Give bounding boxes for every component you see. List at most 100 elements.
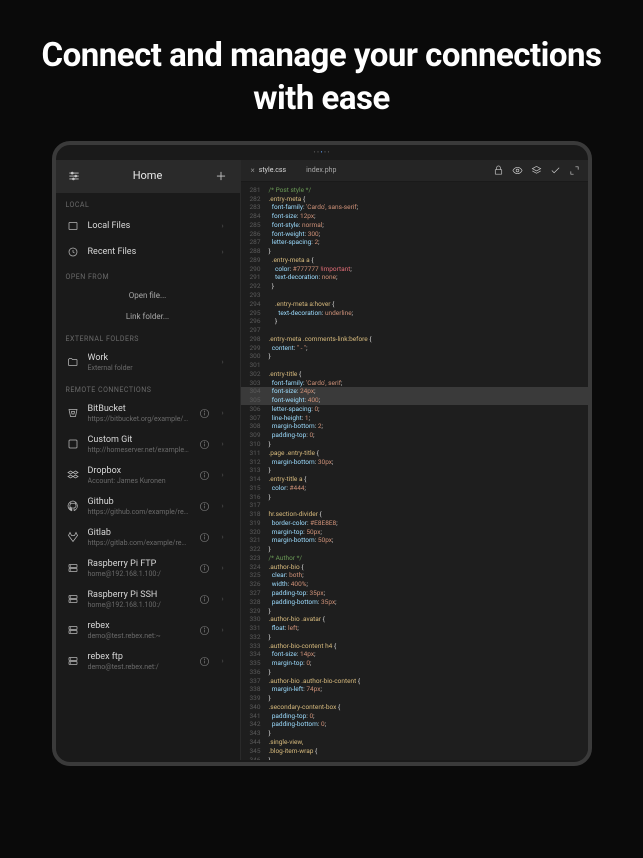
code-line[interactable]: 344.single-view,	[241, 738, 588, 747]
remote-item-gitlab[interactable]: Gitlab https://gitlab.com/example/repo.g…	[56, 522, 240, 553]
code-line[interactable]: 282.entry-meta {	[241, 195, 588, 204]
info-icon[interactable]	[198, 437, 212, 451]
code-line[interactable]: 300}	[241, 352, 588, 361]
open-file-action[interactable]: Open file...	[56, 285, 240, 306]
code-line[interactable]: 323/* Author */	[241, 554, 588, 563]
code-line[interactable]: 321 margin-bottom: 50px;	[241, 536, 588, 545]
code-line[interactable]: 327 padding-top: 35px;	[241, 589, 588, 598]
code-line[interactable]: 307 line-height: 1;	[241, 414, 588, 423]
code-line[interactable]: 281/* Post style */	[241, 186, 588, 195]
code-line[interactable]: 287 letter-spacing: 2;	[241, 238, 588, 247]
code-line[interactable]: 298.entry-meta .comments-link:before {	[241, 335, 588, 344]
code-line[interactable]: 315 color: #444;	[241, 484, 588, 493]
remote-item-rebex-ftp[interactable]: rebex ftp demo@test.rebex.net:/ ›	[56, 646, 240, 677]
code-line[interactable]: 301	[241, 361, 588, 370]
code-line[interactable]: 326 width: 400%;	[241, 580, 588, 589]
info-icon[interactable]	[198, 499, 212, 513]
share-icon[interactable]	[493, 161, 504, 180]
code-line[interactable]: 308 margin-bottom: 2;	[241, 422, 588, 431]
code-line[interactable]: 330.author-bio .avatar {	[241, 615, 588, 624]
remote-item-raspberry-pi-ssh[interactable]: Raspberry Pi SSH home@192.168.1.100:/ ›	[56, 584, 240, 615]
code-line[interactable]: 342 padding-bottom: 0;	[241, 720, 588, 729]
close-icon[interactable]: ×	[251, 166, 255, 175]
code-line[interactable]: 303 font-family: 'Cardo', serif;	[241, 379, 588, 388]
code-line[interactable]: 337.author-bio .author-bio-content {	[241, 677, 588, 686]
code-line[interactable]: 331 float: left;	[241, 624, 588, 633]
code-line[interactable]: 305 font-weight: 400;	[241, 396, 588, 405]
code-line[interactable]: 293	[241, 291, 588, 300]
recent-files-item[interactable]: Recent Files ›	[56, 239, 240, 265]
code-line[interactable]: 329}	[241, 607, 588, 616]
code-line[interactable]: 334 font-size: 14px;	[241, 650, 588, 659]
code-line[interactable]: 297	[241, 326, 588, 335]
code-line[interactable]: 324.author-bio {	[241, 563, 588, 572]
check-icon[interactable]	[550, 161, 561, 180]
code-line[interactable]: 316}	[241, 493, 588, 502]
code-line[interactable]: 302.entry-title {	[241, 370, 588, 379]
code-line[interactable]: 341 padding-top: 0;	[241, 712, 588, 721]
remote-item-github[interactable]: Github https://github.com/example/repo.g…	[56, 491, 240, 522]
expand-icon[interactable]	[569, 161, 580, 180]
code-line[interactable]: 288}	[241, 247, 588, 256]
code-line[interactable]: 304 font-size: 24px;	[241, 387, 588, 396]
code-line[interactable]: 340.secondary-content-box {	[241, 703, 588, 712]
code-line[interactable]: 291 text-decoration: none;	[241, 273, 588, 282]
code-line[interactable]: 345.blog-item-wrap {	[241, 747, 588, 756]
external-folder-item[interactable]: Work External folder ›	[56, 347, 240, 378]
eye-icon[interactable]	[512, 161, 523, 180]
remote-item-raspberry-pi-ftp[interactable]: Raspberry Pi FTP home@192.168.1.100:/ ›	[56, 553, 240, 584]
code-line[interactable]: 283 font-family: 'Cardo', sans-serif;	[241, 203, 588, 212]
code-line[interactable]: 290 color: #777777 !important;	[241, 265, 588, 274]
info-icon[interactable]	[198, 623, 212, 637]
code-line[interactable]: 295 text-decoration: underline;	[241, 309, 588, 318]
remote-item-bitbucket[interactable]: BitBucket https://bitbucket.org/example/…	[56, 398, 240, 429]
code-line[interactable]: 309 padding-top: 0;	[241, 431, 588, 440]
code-line[interactable]: 319 border-color: #E8E8E8;	[241, 519, 588, 528]
code-line[interactable]: 294 .entry-meta a:hover {	[241, 300, 588, 309]
code-line[interactable]: 325 clear: both;	[241, 571, 588, 580]
info-icon[interactable]	[198, 468, 212, 482]
info-icon[interactable]	[198, 561, 212, 575]
info-icon[interactable]	[198, 406, 212, 420]
code-line[interactable]: 310}	[241, 440, 588, 449]
info-icon[interactable]	[198, 654, 212, 668]
tab-style-css[interactable]: × style.css	[241, 160, 297, 181]
code-line[interactable]: 343}	[241, 729, 588, 738]
code-line[interactable]: 285 font-style: normal;	[241, 221, 588, 230]
code-line[interactable]: 320 margin-top: 50px;	[241, 528, 588, 537]
code-line[interactable]: 333.author-bio-content h4 {	[241, 642, 588, 651]
info-icon[interactable]	[198, 592, 212, 606]
code-line[interactable]: 312 margin-bottom: 30px;	[241, 458, 588, 467]
code-line[interactable]: 339}	[241, 694, 588, 703]
code-line[interactable]: 314.entry-title a {	[241, 475, 588, 484]
local-files-item[interactable]: Local Files ›	[56, 213, 240, 239]
code-line[interactable]: 328 padding-bottom: 35px;	[241, 598, 588, 607]
remote-item-rebex[interactable]: rebex demo@test.rebex.net:~ ›	[56, 615, 240, 646]
code-line[interactable]: 317	[241, 501, 588, 510]
code-line[interactable]: 346}	[241, 756, 588, 760]
code-line[interactable]: 311.page .entry-title {	[241, 449, 588, 458]
code-editor[interactable]: 281/* Post style */282.entry-meta {283 f…	[241, 182, 588, 760]
code-line[interactable]: 332}	[241, 633, 588, 642]
info-icon[interactable]	[198, 530, 212, 544]
link-folder-action[interactable]: Link folder...	[56, 306, 240, 327]
add-icon[interactable]	[213, 168, 229, 184]
remote-item-dropbox[interactable]: Dropbox Account: James Kuronen ›	[56, 460, 240, 491]
settings-icon[interactable]	[66, 168, 82, 184]
layers-icon[interactable]	[531, 161, 542, 180]
code-line[interactable]: 289 .entry-meta a {	[241, 256, 588, 265]
code-line[interactable]: 338 margin-left: 74px;	[241, 685, 588, 694]
code-line[interactable]: 299 content: " - ";	[241, 344, 588, 353]
code-line[interactable]: 286 font-weight: 300;	[241, 230, 588, 239]
code-line[interactable]: 322}	[241, 545, 588, 554]
code-line[interactable]: 336}	[241, 668, 588, 677]
code-line[interactable]: 313}	[241, 466, 588, 475]
code-line[interactable]: 292 }	[241, 282, 588, 291]
code-line[interactable]: 284 font-size: 12px;	[241, 212, 588, 221]
code-line[interactable]: 296 }	[241, 317, 588, 326]
remote-item-custom-git[interactable]: Custom Git http://homeserver.net/example…	[56, 429, 240, 460]
code-line[interactable]: 335 margin-top: 0;	[241, 659, 588, 668]
code-line[interactable]: 318hr.section-divider {	[241, 510, 588, 519]
code-line[interactable]: 306 letter-spacing: 0;	[241, 405, 588, 414]
tab-index-php[interactable]: index.php	[296, 160, 346, 181]
